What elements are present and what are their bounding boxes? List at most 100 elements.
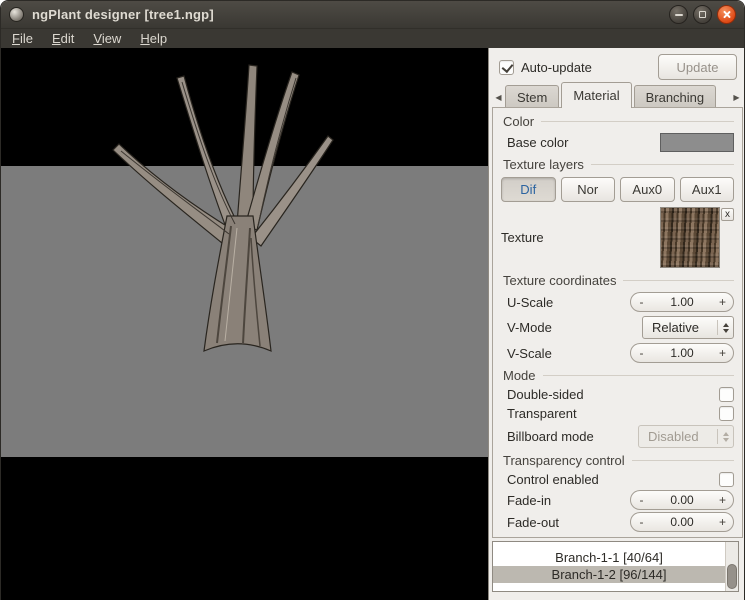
auto-update-label: Auto-update <box>521 60 592 75</box>
divider <box>632 460 734 461</box>
branch-list-rows: Branch-1-1 [40/64] Branch-1-2 [96/144] <box>493 542 725 591</box>
v-mode-label: V-Mode <box>507 320 552 335</box>
v-mode-value: Relative <box>652 320 699 335</box>
fade-in-value[interactable]: 0.00 <box>652 493 712 507</box>
close-icon <box>722 10 731 19</box>
tab-branching[interactable]: Branching <box>634 85 717 108</box>
texture-layer-buttons: Dif Nor Aux0 Aux1 <box>501 174 734 205</box>
auto-update-checkbox[interactable] <box>499 60 514 75</box>
control-enabled-row: Control enabled <box>501 470 734 489</box>
texture-coordinates-group-title: Texture coordinates <box>503 273 616 288</box>
branch-list[interactable]: Branch-1-1 [40/64] Branch-1-2 [96/144] <box>492 541 739 592</box>
tab-scroll-left-icon[interactable]: ◀ <box>492 87 505 108</box>
layer-aux1-button[interactable]: Aux1 <box>680 177 735 202</box>
menu-help[interactable]: Help <box>140 29 167 48</box>
fade-out-spinner: - 0.00 + <box>630 512 734 532</box>
fade-in-increment-button[interactable]: + <box>712 493 733 507</box>
v-scale-spinner: - 1.00 + <box>630 343 734 363</box>
window-title: ngPlant designer [tree1.ngp] <box>32 7 214 22</box>
layer-dif-button[interactable]: Dif <box>501 177 556 202</box>
transparent-label: Transparent <box>507 406 577 421</box>
transparency-group-title: Transparency control <box>503 453 625 468</box>
menubar: File Edit View Help <box>1 29 744 48</box>
window-controls <box>669 5 736 24</box>
fade-out-increment-button[interactable]: + <box>712 515 733 529</box>
auto-update-row: Auto-update Update <box>489 48 745 82</box>
menu-file[interactable]: File <box>12 29 33 48</box>
titlebar[interactable]: ngPlant designer [tree1.ngp] <box>1 1 744 29</box>
billboard-mode-row: Billboard mode Disabled <box>501 423 734 450</box>
fade-in-label: Fade-in <box>507 493 551 508</box>
divider <box>543 375 734 376</box>
close-button[interactable] <box>717 5 736 24</box>
material-tab-page: Color Base color Texture layers Dif Nor … <box>492 107 743 538</box>
minimize-button[interactable] <box>669 5 688 24</box>
mode-group-header: Mode <box>503 368 734 383</box>
combo-arrows-icon <box>717 320 729 335</box>
properties-panel: Auto-update Update ◀ Stem Material Branc… <box>488 48 745 600</box>
app-icon <box>9 7 24 22</box>
u-scale-row: U-Scale - 1.00 + <box>501 290 734 314</box>
transparent-checkbox[interactable] <box>719 406 734 421</box>
tab-material[interactable]: Material <box>561 82 631 108</box>
billboard-mode-dropdown[interactable]: Disabled <box>638 425 734 448</box>
texture-coordinates-group-header: Texture coordinates <box>503 273 734 288</box>
fade-in-spinner: - 0.00 + <box>630 490 734 510</box>
v-mode-row: V-Mode Relative <box>501 314 734 341</box>
divider <box>591 164 734 165</box>
billboard-mode-label: Billboard mode <box>507 429 594 444</box>
base-color-label: Base color <box>507 135 568 150</box>
fade-out-decrement-button[interactable]: - <box>631 515 652 529</box>
base-color-row: Base color <box>501 131 734 154</box>
main-area: Auto-update Update ◀ Stem Material Branc… <box>1 48 744 600</box>
u-scale-decrement-button[interactable]: - <box>631 295 652 309</box>
fade-in-decrement-button[interactable]: - <box>631 493 652 507</box>
scrollbar-thumb[interactable] <box>727 564 737 589</box>
layer-nor-button[interactable]: Nor <box>561 177 616 202</box>
divider <box>623 280 734 281</box>
u-scale-increment-button[interactable]: + <box>712 295 733 309</box>
texture-label: Texture <box>501 230 544 245</box>
update-button[interactable]: Update <box>658 54 737 80</box>
color-group-title: Color <box>503 114 534 129</box>
fade-in-row: Fade-in - 0.00 + <box>501 489 734 511</box>
menu-view[interactable]: View <box>93 29 121 48</box>
tab-stem[interactable]: Stem <box>505 85 559 108</box>
double-sided-checkbox[interactable] <box>719 387 734 402</box>
billboard-mode-value: Disabled <box>648 429 699 444</box>
tree-model <box>1 48 488 600</box>
bark-texture-thumbnail[interactable] <box>660 207 720 268</box>
list-item-selected[interactable]: Branch-1-2 [96/144] <box>493 566 725 583</box>
combo-arrows-icon <box>717 429 729 444</box>
transparency-group-header: Transparency control <box>503 453 734 468</box>
u-scale-value[interactable]: 1.00 <box>652 295 712 309</box>
maximize-button[interactable] <box>693 5 712 24</box>
double-sided-row: Double-sided <box>501 385 734 404</box>
u-scale-label: U-Scale <box>507 295 553 310</box>
menu-edit[interactable]: Edit <box>52 29 74 48</box>
color-group-header: Color <box>503 114 734 129</box>
remove-texture-button[interactable]: x <box>721 208 734 221</box>
texture-row: Texture x <box>501 205 734 270</box>
texture-layers-group-title: Texture layers <box>503 157 584 172</box>
transparent-row: Transparent <box>501 404 734 423</box>
layer-aux0-button[interactable]: Aux0 <box>620 177 675 202</box>
control-enabled-checkbox[interactable] <box>719 472 734 487</box>
app-window: ngPlant designer [tree1.ngp] File Edit V… <box>0 0 745 600</box>
list-item[interactable]: Branch-1-1 [40/64] <box>493 549 725 566</box>
base-color-swatch[interactable] <box>660 133 734 152</box>
branch-list-scrollbar[interactable] <box>725 542 738 591</box>
mode-group-title: Mode <box>503 368 536 383</box>
v-scale-decrement-button[interactable]: - <box>631 346 652 360</box>
v-scale-increment-button[interactable]: + <box>712 346 733 360</box>
v-scale-label: V-Scale <box>507 346 552 361</box>
control-enabled-label: Control enabled <box>507 472 599 487</box>
3d-viewport[interactable] <box>1 48 488 600</box>
v-mode-dropdown[interactable]: Relative <box>642 316 734 339</box>
fade-out-label: Fade-out <box>507 515 559 530</box>
v-scale-value[interactable]: 1.00 <box>652 346 712 360</box>
fade-out-value[interactable]: 0.00 <box>652 515 712 529</box>
v-scale-row: V-Scale - 1.00 + <box>501 341 734 365</box>
double-sided-label: Double-sided <box>507 387 584 402</box>
tab-scroll-right-icon[interactable]: ▶ <box>730 87 743 108</box>
